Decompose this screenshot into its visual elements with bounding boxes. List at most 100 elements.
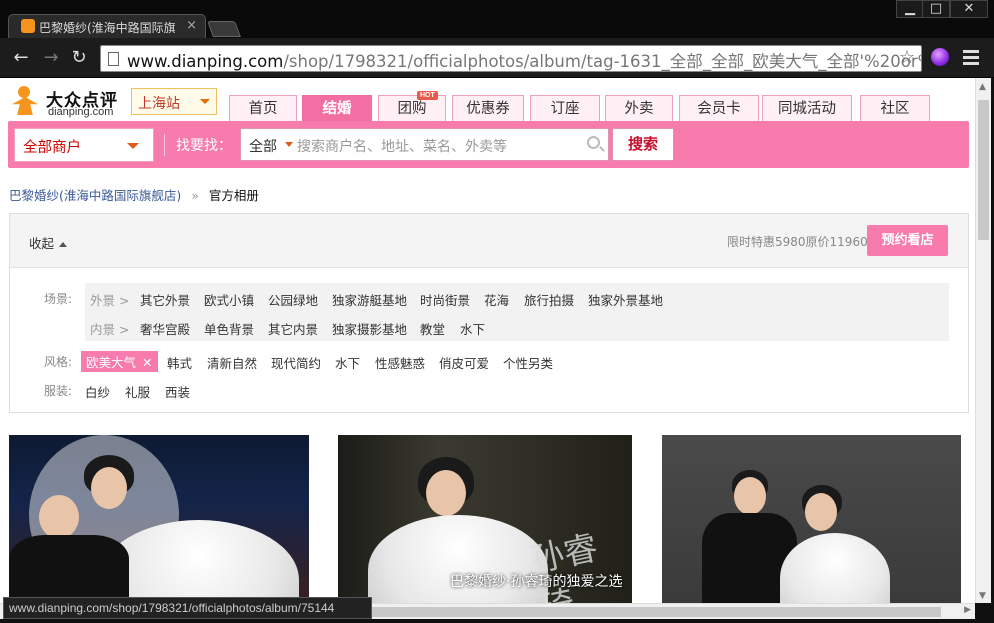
collapse-label: 收起 — [29, 236, 55, 251]
vertical-scrollbar[interactable]: ▲ ▼ — [975, 78, 991, 603]
forward-arrow-icon[interactable]: → — [38, 46, 64, 70]
nav-tab-wedding[interactable]: 结婚 — [302, 95, 372, 122]
filter-option[interactable]: 其它外景 — [140, 290, 190, 309]
filter-option[interactable]: 水下 — [460, 319, 485, 338]
indoor-label: 内景 > — [90, 322, 130, 337]
nav-tab-home[interactable]: 首页 — [229, 95, 297, 122]
filter-option[interactable]: 独家游艇基地 — [332, 290, 407, 309]
filter-option[interactable]: 时尚街景 — [420, 290, 470, 309]
nav-tab-coupons[interactable]: 优惠券 — [452, 95, 524, 122]
remove-filter-icon[interactable]: ✕ — [142, 355, 152, 370]
filter-panel-header: 收起 限时特惠5980原价11960 预约看店 — [10, 214, 968, 268]
tab-close-icon[interactable]: × — [186, 18, 197, 33]
collapse-toggle[interactable]: 收起 — [29, 233, 68, 252]
nav-tab-community[interactable]: 社区 — [860, 95, 930, 122]
mascot-logo-icon — [10, 86, 40, 116]
nav-tab-member-card[interactable]: 会员卡 — [679, 95, 759, 122]
dress-label: 服装: — [44, 384, 73, 398]
page-viewport: 大众点评 dianping.com 上海站 首页 结婚 团购 优惠券 订座 外卖… — [0, 78, 975, 603]
category-label: 全部商户 — [23, 140, 81, 156]
filter-option[interactable]: 旅行拍摄 — [524, 290, 574, 309]
city-selector[interactable]: 上海站 — [131, 88, 217, 115]
filter-option[interactable]: 现代简约 — [271, 353, 321, 372]
filter-option[interactable]: 花海 — [484, 290, 509, 309]
browser-menu-icon[interactable] — [963, 50, 979, 68]
nav-tab-local-events[interactable]: 同城活动 — [762, 95, 852, 122]
search-icon[interactable] — [587, 136, 600, 149]
filter-option[interactable]: 水下 — [335, 353, 360, 372]
extension-icon[interactable] — [931, 48, 949, 66]
album-photo[interactable] — [9, 435, 309, 603]
search-button[interactable]: 搜索 — [612, 128, 674, 161]
filter-option[interactable]: 西装 — [165, 382, 190, 401]
scroll-up-icon[interactable]: ▲ — [979, 82, 986, 92]
browser-tab[interactable]: 巴黎婚纱(淮海中路国际旗 × — [8, 14, 206, 39]
city-label: 上海站 — [138, 96, 180, 112]
dianping-favicon-icon — [21, 19, 35, 33]
search-bar: 全部商户 找要找： 全部 搜索商户名、地址、菜名、外卖等 搜索 — [8, 121, 969, 168]
site-logo[interactable]: 大众点评 dianping.com — [10, 84, 122, 120]
bookmark-star-icon[interactable]: ☆ — [899, 47, 915, 68]
filter-option[interactable]: 俏皮可爱 — [439, 353, 489, 372]
minimize-icon[interactable]: ▁ — [896, 0, 924, 18]
search-scope[interactable]: 全部 — [249, 136, 277, 156]
filter-option[interactable]: 韩式 — [167, 353, 192, 372]
selected-style-tag[interactable]: 欧美大气 ✕ — [81, 351, 158, 372]
filter-option[interactable]: 清新自然 — [207, 353, 257, 372]
filter-option[interactable]: 白纱 — [85, 382, 110, 401]
nav-tab-takeout[interactable]: 外卖 — [605, 95, 673, 122]
scrollbar-thumb[interactable] — [978, 100, 989, 240]
filter-option[interactable]: 单色背景 — [204, 319, 254, 338]
book-visit-button[interactable]: 预约看店 — [867, 225, 948, 256]
chevron-down-icon — [127, 143, 139, 149]
style-label: 风格: — [44, 355, 73, 369]
album-photo[interactable] — [662, 435, 961, 603]
suit-shape — [9, 535, 129, 603]
maximize-icon[interactable]: □ — [922, 0, 950, 18]
filter-panel: 收起 限时特惠5980原价11960 预约看店 场景: 外景 > 其它外景 欧式… — [9, 213, 969, 413]
url-domain: www.dianping.com — [127, 52, 284, 71]
filter-option[interactable]: 独家外景基地 — [588, 290, 663, 309]
bride-face — [805, 493, 837, 531]
address-bar[interactable]: www.dianping.com/shop/1798321/officialph… — [100, 45, 922, 72]
bride-face — [91, 467, 127, 509]
reload-icon[interactable]: ↻ — [66, 46, 92, 70]
filter-option[interactable]: 教堂 — [420, 319, 445, 338]
url-path: /shop/1798321/officialphotos/album/tag-1… — [283, 52, 922, 71]
filter-option[interactable]: 公园绿地 — [268, 290, 318, 309]
promo-text: 限时特惠5980原价11960 — [727, 235, 868, 249]
filter-option[interactable]: 性感魅惑 — [375, 353, 425, 372]
scene-options: 外景 > 其它外景 欧式小镇 公园绿地 独家游艇基地 时尚街景 花海 旅行拍摄 … — [85, 283, 949, 341]
breadcrumb: 巴黎婚纱(淮海中路国际旗舰店) » 官方相册 — [9, 185, 259, 204]
search-input[interactable]: 全部 搜索商户名、地址、菜名、外卖等 — [240, 128, 609, 161]
new-tab-button[interactable] — [207, 21, 241, 37]
status-bar: www.dianping.com/shop/1798321/officialph… — [3, 597, 372, 619]
selected-style-label: 欧美大气 — [86, 355, 137, 370]
hot-badge: HOT — [417, 91, 438, 100]
groom-face — [734, 477, 766, 515]
page-icon — [108, 52, 119, 66]
photo-caption: 巴黎婚纱·孙睿琦的独爱之选 — [450, 574, 623, 590]
filter-option[interactable]: 奢华宫殿 — [140, 319, 190, 338]
breadcrumb-shop-link[interactable]: 巴黎婚纱(淮海中路国际旗舰店) — [9, 188, 181, 203]
filter-option[interactable]: 其它内景 — [268, 319, 318, 338]
scroll-down-icon[interactable]: ▼ — [979, 591, 986, 601]
album-photo[interactable]: 孙睿琦 巴黎婚纱·孙睿琦的独爱之选 — [338, 435, 632, 603]
back-arrow-icon[interactable]: ← — [8, 46, 34, 70]
close-window-icon[interactable]: ✕ — [950, 0, 988, 18]
filter-option[interactable]: 独家摄影基地 — [332, 319, 407, 338]
logo-subtext: dianping.com — [48, 106, 114, 118]
groom-face — [39, 495, 79, 539]
outdoor-label: 外景 > — [90, 293, 130, 308]
scroll-right-icon[interactable]: ▶ — [964, 605, 971, 615]
tab-title: 巴黎婚纱(淮海中路国际旗 — [39, 21, 176, 35]
nav-tab-reserve[interactable]: 订座 — [530, 95, 600, 122]
category-select[interactable]: 全部商户 — [14, 128, 154, 162]
browser-toolbar: ← → ↻ www.dianping.com/shop/1798321/offi… — [0, 38, 994, 78]
find-label: 找要找： — [176, 138, 232, 154]
filter-option[interactable]: 礼服 — [125, 382, 150, 401]
filter-option[interactable]: 个性另类 — [503, 353, 553, 372]
chevron-up-icon — [59, 242, 68, 247]
scene-label: 场景: — [44, 292, 73, 306]
filter-option[interactable]: 欧式小镇 — [204, 290, 254, 309]
